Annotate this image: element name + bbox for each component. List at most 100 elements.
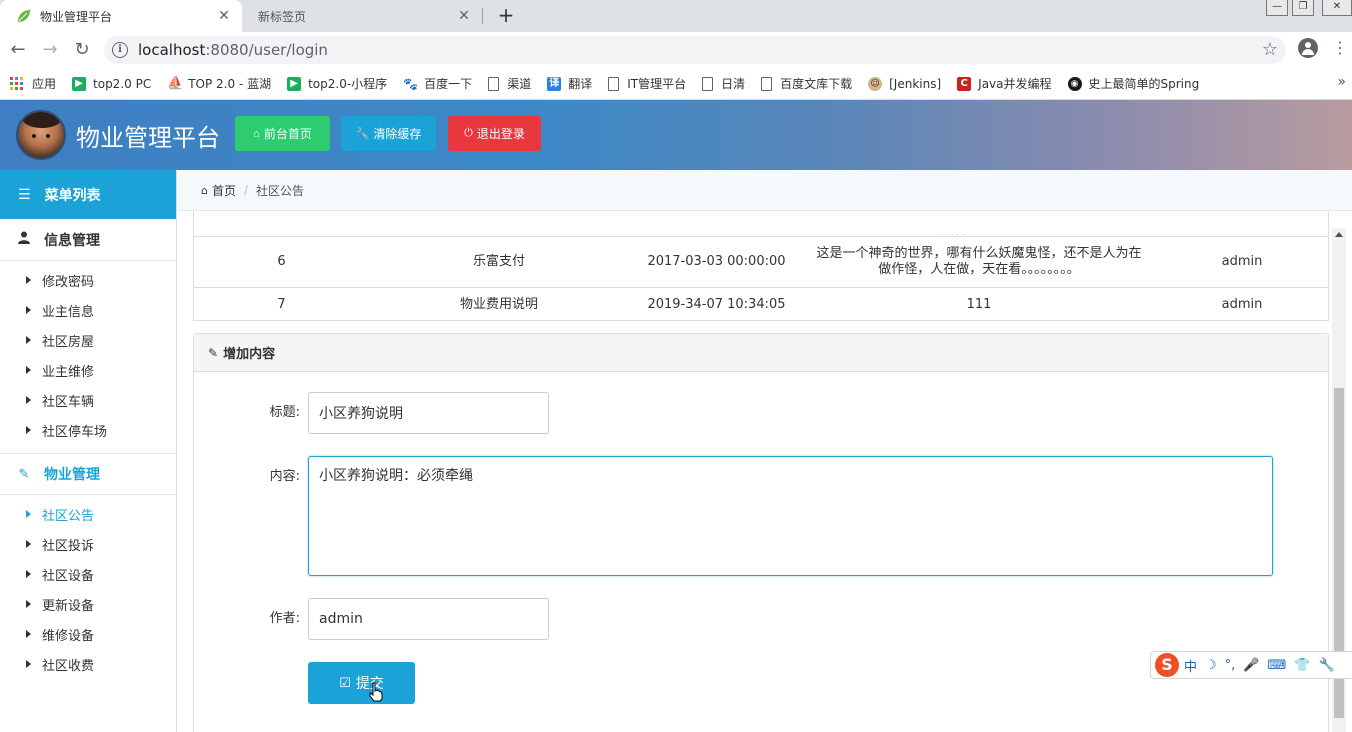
scroll-up-arrow-icon[interactable]	[1335, 232, 1343, 237]
bookmark-top2-miniapp[interactable]: ▶ top2.0-小程序	[287, 75, 387, 92]
info-icon[interactable]: i	[112, 42, 128, 58]
cell-author: admin	[1221, 296, 1263, 312]
author-label: 作者:	[269, 611, 300, 626]
restore-icon[interactable]: ❐	[1292, 0, 1314, 16]
tab-separator	[482, 8, 483, 24]
skin-icon[interactable]: 👕	[1294, 658, 1310, 673]
tab-new[interactable]: 新标签页 ✕	[242, 0, 482, 32]
tab-close-icon[interactable]: ✕	[456, 8, 472, 24]
sidebar-item-update-equipment[interactable]: 更新设备	[0, 589, 176, 619]
logout-button[interactable]: ⏻ 退出登录	[448, 116, 541, 151]
minimize-icon[interactable]: —	[1266, 0, 1288, 16]
cell-title: 物业费用说明	[459, 296, 538, 312]
sidebar-item-change-password[interactable]: 修改密码	[0, 265, 176, 295]
bookmark-jenkins[interactable]: ☺ [Jenkins]	[868, 76, 941, 91]
sidebar-item-label: 维修设备	[42, 628, 95, 644]
bookmark-star-icon[interactable]: ☆	[1262, 39, 1278, 60]
breadcrumb-current: 社区公告	[256, 183, 305, 198]
close-window-icon[interactable]: ✕	[1322, 0, 1352, 16]
bookmark-it-platform[interactable]: IT管理平台	[608, 75, 686, 92]
clear-cache-button[interactable]: 🔧 清除缓存	[341, 116, 436, 151]
browser-menu-icon[interactable]: ⋮	[1332, 40, 1348, 56]
sidebar-item-label: 业主信息	[42, 304, 95, 320]
content-textarea[interactable]: 小区养狗说明：必须牵绳	[308, 456, 1273, 576]
sidebar-item-community-parking[interactable]: 社区停车场	[0, 415, 176, 445]
microphone-icon[interactable]: 🎤	[1243, 658, 1259, 673]
group-info-management[interactable]: 信息管理	[0, 219, 176, 261]
power-icon: ⏻	[464, 127, 473, 139]
front-home-button[interactable]: ⌂ 前台首页	[235, 116, 330, 151]
moon-icon[interactable]: ☽	[1205, 658, 1217, 673]
sidebar-item-community-vehicle[interactable]: 社区车辆	[0, 385, 176, 415]
tab-active[interactable]: 物业管理平台 ✕	[0, 0, 242, 32]
ime-chinese-mode[interactable]: 中	[1184, 656, 1197, 675]
caret-right-icon	[26, 366, 31, 374]
sogou-logo-icon[interactable]: S	[1155, 653, 1179, 677]
author-input[interactable]	[308, 598, 549, 640]
submit-button[interactable]: ☑ 提交	[308, 662, 415, 704]
app-header: 物业管理平台 ⌂ 前台首页 🔧 清除缓存 ⏻ 退出登录	[0, 100, 1352, 170]
sidebar-item-community-notice[interactable]: 社区公告	[0, 499, 176, 529]
forward-arrow-icon[interactable]: →	[38, 38, 62, 62]
button-label: 前台首页	[263, 127, 312, 141]
bookmark-riqing[interactable]: 日清	[702, 75, 745, 92]
hand-cursor-icon	[368, 682, 384, 702]
bookmark-translate[interactable]: 译 翻译	[547, 75, 592, 92]
sidebar-item-label: 社区投诉	[42, 538, 95, 554]
bookmark-wenku[interactable]: 百度文库下载	[761, 75, 852, 92]
sidebar-item-community-complaint[interactable]: 社区投诉	[0, 529, 176, 559]
clipped-text-fragment: ·····	[940, 231, 980, 235]
apps-grid-icon	[10, 76, 24, 91]
sidebar-item-community-equipment[interactable]: 社区设备	[0, 559, 176, 589]
address-bar[interactable]: i localhost:8080/user/login ☆	[104, 36, 1286, 64]
bookmark-apps[interactable]: 应用	[10, 75, 56, 92]
bookmark-label: top2.0-小程序	[308, 77, 388, 91]
bookmark-top2-pc[interactable]: ▶ top2.0 PC	[72, 76, 152, 91]
sidebar-item-label: 修改密码	[42, 274, 95, 290]
new-tab-plus-icon[interactable]: +	[494, 4, 518, 28]
list-icon: ☰	[18, 186, 31, 203]
github-icon: ◉	[1067, 76, 1082, 91]
check-square-icon: ☑	[339, 675, 351, 691]
caret-right-icon	[26, 660, 31, 668]
bookmarks-more-icon[interactable]: »	[1337, 74, 1346, 90]
bookmark-label: top2.0 PC	[93, 76, 152, 91]
bookmark-baidu[interactable]: 🐾 百度一下	[403, 75, 472, 92]
property-management-items: 社区公告 社区投诉 社区设备 更新设备 维修设备 社区收费	[0, 495, 176, 687]
sidebar-item-label: 更新设备	[42, 598, 95, 614]
home-icon: ⌂	[201, 183, 208, 197]
bookmark-label: 翻译	[568, 77, 593, 91]
profile-icon[interactable]	[1298, 38, 1318, 58]
home-icon: ⌂	[253, 127, 260, 140]
punctuation-icon[interactable]: °,	[1225, 658, 1236, 673]
cell-id: 6	[277, 254, 286, 269]
bookmark-label: 百度一下	[424, 77, 473, 91]
info-management-items: 修改密码 业主信息 社区房屋 业主维修 社区车辆 社区停车场	[0, 261, 176, 453]
sidebar-item-repair-equipment[interactable]: 维修设备	[0, 619, 176, 649]
tab-close-icon[interactable]: ✕	[216, 8, 232, 24]
bookmark-spring[interactable]: ◉ 史上最简单的Spring	[1067, 75, 1199, 92]
sidebar-item-community-house[interactable]: 社区房屋	[0, 325, 176, 355]
caret-right-icon	[26, 630, 31, 638]
bookmark-java[interactable]: C Java并发编程	[957, 75, 1052, 92]
page-icon	[761, 76, 773, 91]
tools-icon[interactable]: 🔧	[1318, 658, 1334, 673]
bookmark-lanhu[interactable]: ⛵ TOP 2.0 - 蓝湖	[167, 75, 271, 92]
bookmark-label: Java并发编程	[978, 77, 1052, 91]
sidebar-item-community-fees[interactable]: 社区收费	[0, 649, 176, 679]
keyboard-icon[interactable]: ⌨	[1268, 658, 1287, 673]
page-icon	[608, 76, 620, 91]
bookmark-qudao[interactable]: 渠道	[488, 75, 531, 92]
panel-title: 增加内容	[223, 347, 276, 362]
sidebar-item-owner-repair[interactable]: 业主维修	[0, 355, 176, 385]
group-property-management[interactable]: ✎ 物业管理	[0, 453, 176, 495]
title-input[interactable]	[308, 392, 549, 434]
play-green-icon: ▶	[287, 76, 302, 91]
group-label: 物业管理	[44, 467, 100, 483]
breadcrumb-home[interactable]: 首页	[212, 182, 236, 199]
sidebar-item-owner-info[interactable]: 业主信息	[0, 295, 176, 325]
lanhu-icon: ⛵	[167, 75, 184, 91]
bookmark-label: 渠道	[507, 77, 532, 91]
back-arrow-icon[interactable]: ←	[6, 38, 30, 62]
reload-icon[interactable]: ↻	[70, 38, 94, 62]
